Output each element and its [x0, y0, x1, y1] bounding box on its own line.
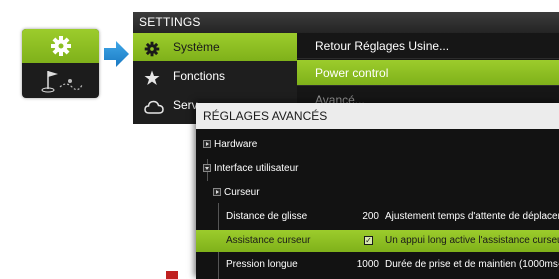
row-description: Durée de prise et de maintien (1000ms-15… [385, 259, 559, 270]
settings-title: SETTINGS [133, 12, 559, 33]
row-label: Interface utilisateur [214, 163, 299, 174]
expand-icon[interactable] [203, 140, 211, 148]
row-description: Un appui long active l'assistance curseu… [385, 235, 559, 246]
category-label: Serv [173, 98, 198, 112]
arrow-right-icon [104, 41, 129, 67]
expand-icon[interactable] [213, 188, 221, 196]
category-features[interactable]: Fonctions [133, 62, 297, 90]
row-label: Distance de glisse [226, 211, 308, 222]
advanced-settings-dialog: RÉGLAGES AVANCÉS Hardware Interface util… [196, 103, 559, 279]
tree-node-hardware[interactable]: Hardware [196, 134, 559, 156]
row-label: Assistance curseur [226, 235, 311, 246]
row-label: Pression longue [226, 259, 298, 270]
gear-icon [51, 36, 71, 56]
row-value: 200 [362, 211, 379, 222]
value-highlight [166, 271, 178, 279]
factory-reset-item[interactable]: Retour Réglages Usine... [297, 33, 559, 59]
collapse-icon[interactable] [203, 164, 211, 172]
category-system[interactable]: Système [133, 33, 297, 61]
category-label: Fonctions [173, 69, 226, 83]
row-label: Hardware [214, 139, 258, 150]
tree-node-user-interface[interactable]: Interface utilisateur [196, 158, 559, 180]
setting-row-swipe-distance[interactable]: Distance de glisse 200 Ajustement temps … [196, 206, 559, 228]
category-label: Système [173, 40, 220, 54]
tile-top [22, 29, 99, 63]
cloud-icon [144, 97, 164, 125]
advanced-settings-title: RÉGLAGES AVANCÉS [196, 103, 559, 129]
tree-node-cursor[interactable]: Curseur [196, 182, 559, 204]
row-description: Ajustement temps d'attente de déplacemen… [385, 211, 559, 222]
settings-app-tile[interactable] [22, 29, 99, 98]
setting-row-cursor-assist[interactable]: Assistance curseur ✓ Un appui long activ… [196, 230, 559, 252]
row-value: 1000 [356, 259, 379, 270]
checkbox-checked-icon[interactable]: ✓ [364, 236, 373, 245]
power-control-item[interactable]: Power control [297, 60, 559, 86]
row-label: Curseur [224, 187, 260, 198]
setting-row-long-press[interactable]: Pression longue 1000 Durée de prise et d… [196, 254, 559, 276]
